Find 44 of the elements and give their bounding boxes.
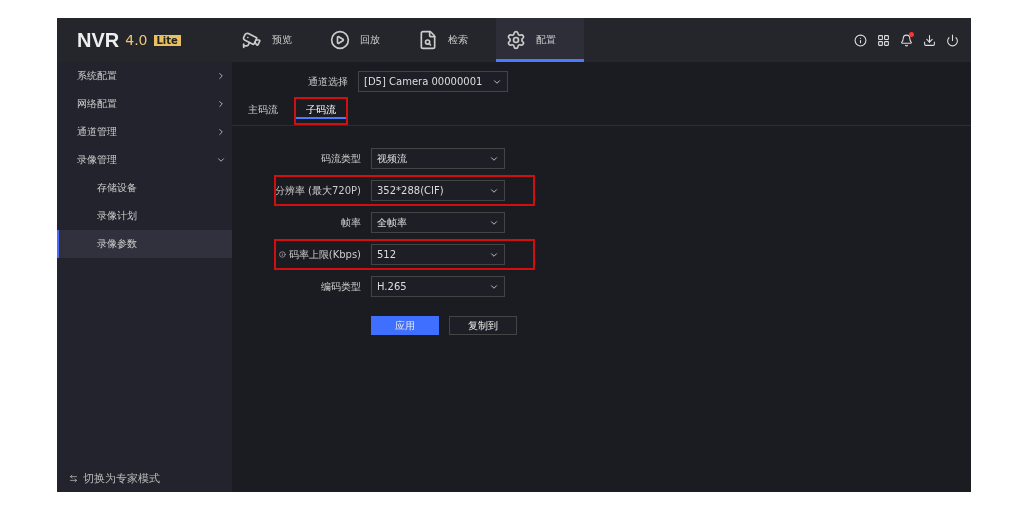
sidebar-item[interactable]: 通道管理 [57,118,232,146]
nav-tab[interactable]: 配置 [496,18,584,62]
apply-button[interactable]: 应用 [371,316,439,335]
chevron-right-icon [216,99,226,109]
chevron-right-icon [216,71,226,81]
edition-tag: Lite [153,34,181,46]
chevron-right-icon [216,127,226,137]
sidebar-item[interactable]: 系统配置 [57,62,232,90]
grid-icon[interactable] [877,33,890,47]
nav-tab[interactable]: 预览 [232,18,320,62]
copy-button[interactable]: 复制到 [449,316,517,335]
play-circle-icon [330,30,350,50]
sidebar-item[interactable]: 网络配置 [57,90,232,118]
nav-tab[interactable]: 回放 [320,18,408,62]
dropdown-field[interactable]: 全帧率 [371,212,505,233]
settings-icon [506,30,526,50]
sidebar-item[interactable]: 录像管理 [57,146,232,174]
camera-icon [242,30,262,50]
field-label: 编码类型 [320,279,361,294]
stream-tab[interactable]: 主码流 [236,97,290,125]
sidebar-item[interactable]: 录像参数 [57,230,232,258]
sidebar-item[interactable]: 存储设备 [57,174,232,202]
field-label: 帧率 [340,215,361,230]
channel-label: 通道选择 [307,74,348,89]
power-icon[interactable] [946,33,959,47]
logo: NVR [77,28,120,52]
expert-mode-link[interactable]: 切换为专家模式 [83,471,160,486]
version-label: 4.0 [125,32,148,48]
chevron-down-icon [216,155,226,165]
info-icon[interactable] [854,33,867,47]
channel-select[interactable]: [D5] Camera 00000001 [358,71,508,92]
field-label: 码流类型 [320,151,361,166]
dropdown-field[interactable]: 512 [371,244,505,265]
stream-tab[interactable]: 子码流 [294,97,348,125]
switch-icon [69,474,78,483]
dropdown-field[interactable]: H.265 [371,276,505,297]
bell-icon[interactable] [900,33,913,47]
dropdown-field[interactable]: 352*288(CIF) [371,180,505,201]
sidebar-item[interactable]: 录像计划 [57,202,232,230]
nav-tab[interactable]: 检索 [408,18,496,62]
download-icon[interactable] [923,33,936,47]
file-search-icon [418,30,438,50]
field-label: 码率上限(Kbps) [279,247,361,262]
dropdown-field[interactable]: 视频流 [371,148,505,169]
